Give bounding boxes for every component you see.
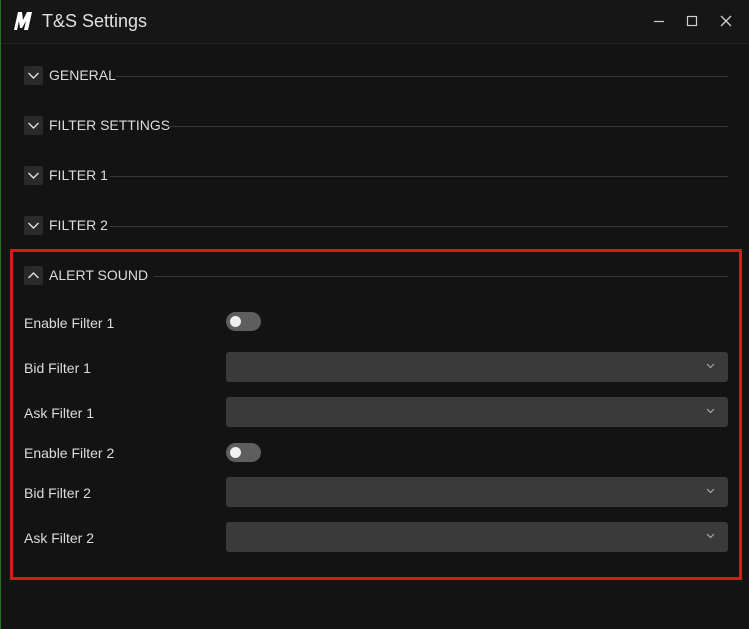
section-filter-1-label: FILTER 1 — [49, 167, 108, 183]
chevron-down-icon — [706, 533, 715, 539]
chevron-up-icon — [28, 272, 39, 279]
ask-filter-1-dropdown[interactable] — [226, 397, 728, 427]
toggle-knob — [230, 316, 241, 327]
section-alert-sound: ALERT SOUND — [24, 266, 728, 286]
section-divider — [116, 76, 728, 77]
section-divider — [110, 226, 728, 227]
expand-general-button[interactable] — [24, 66, 43, 85]
ask-filter-2-label: Ask Filter 2 — [24, 530, 95, 546]
section-filter-2-label: FILTER 2 — [49, 217, 108, 233]
maximize-icon — [686, 15, 698, 27]
minimize-button[interactable] — [648, 10, 670, 32]
section-general: GENERAL — [24, 66, 728, 86]
chevron-down-icon — [706, 488, 715, 494]
title-bar[interactable]: T&S Settings — [1, 0, 749, 44]
chevron-down-icon — [28, 122, 39, 129]
section-alert-sound-label: ALERT SOUND — [49, 267, 149, 283]
enable-filter-1-toggle[interactable] — [226, 312, 261, 331]
section-divider — [166, 126, 728, 127]
minimize-icon — [654, 20, 664, 23]
settings-window: T&S Settings GENERAL FILTER SETTINGS FIL… — [0, 0, 749, 629]
chevron-down-icon — [28, 172, 39, 179]
enable-filter-2-label: Enable Filter 2 — [24, 445, 115, 461]
bid-filter-2-label: Bid Filter 2 — [24, 485, 91, 501]
expand-filter-settings-button[interactable] — [24, 116, 43, 135]
expand-filter-1-button[interactable] — [24, 166, 43, 185]
chevron-down-icon — [28, 72, 39, 79]
section-filter-2: FILTER 2 — [24, 216, 728, 236]
window-title: T&S Settings — [42, 11, 148, 31]
bid-filter-2-dropdown[interactable] — [226, 477, 728, 507]
section-filter-settings-label: FILTER SETTINGS — [49, 117, 171, 133]
ask-filter-2-dropdown[interactable] — [226, 522, 728, 552]
close-button[interactable] — [715, 10, 737, 32]
collapse-alert-sound-button[interactable] — [24, 266, 43, 285]
section-divider — [110, 176, 728, 177]
section-filter-settings: FILTER SETTINGS — [24, 116, 728, 136]
expand-filter-2-button[interactable] — [24, 216, 43, 235]
maximize-button[interactable] — [681, 10, 703, 32]
toggle-knob — [230, 447, 241, 458]
enable-filter-2-toggle[interactable] — [226, 443, 261, 462]
bid-filter-1-label: Bid Filter 1 — [24, 360, 91, 376]
ask-filter-1-label: Ask Filter 1 — [24, 405, 95, 421]
close-icon — [720, 15, 732, 27]
enable-filter-1-label: Enable Filter 1 — [24, 315, 115, 331]
section-general-label: GENERAL — [49, 67, 116, 83]
section-filter-1: FILTER 1 — [24, 166, 728, 186]
bid-filter-1-dropdown[interactable] — [226, 352, 728, 382]
section-divider — [154, 276, 728, 277]
chevron-down-icon — [706, 363, 715, 369]
m-logo-icon — [13, 10, 33, 32]
chevron-down-icon — [28, 222, 39, 229]
chevron-down-icon — [706, 408, 715, 414]
